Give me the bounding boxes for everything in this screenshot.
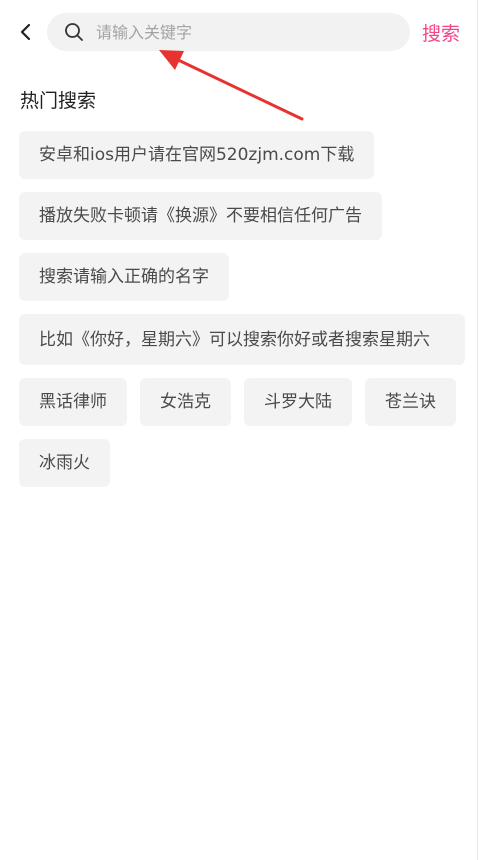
hot-search-tag[interactable]: 苍兰诀 <box>365 378 456 426</box>
red-arrow-icon <box>159 50 304 121</box>
hot-search-tag[interactable]: 比如《你好，星期六》可以搜索你好或者搜索星期六 <box>19 314 465 365</box>
hot-search-tag[interactable]: 搜索请输入正确的名字 <box>19 253 229 301</box>
chevron-left-icon <box>20 23 31 41</box>
search-header: 搜索 <box>0 12 478 52</box>
back-button[interactable] <box>14 20 38 44</box>
hot-search-title: 热门搜索 <box>20 90 97 112</box>
hot-search-tag[interactable]: 播放失败卡顿请《换源》不要相信任何广告 <box>19 192 382 240</box>
search-button[interactable]: 搜索 <box>422 19 460 46</box>
hot-search-tag[interactable]: 斗罗大陆 <box>244 378 352 426</box>
hot-search-tag[interactable]: 女浩克 <box>140 378 231 426</box>
hot-search-tag[interactable]: 冰雨火 <box>19 439 110 487</box>
hot-search-tag[interactable]: 安卓和ios用户请在官网520zjm.com下载 <box>19 131 375 179</box>
search-icon <box>65 23 83 41</box>
hot-search-tag[interactable]: 黑话律师 <box>19 378 127 426</box>
search-box[interactable] <box>47 13 410 51</box>
hot-search-tags: 安卓和ios用户请在官网520zjm.com下载 播放失败卡顿请《换源》不要相信… <box>19 131 465 487</box>
search-screen: 搜索 热门搜索 安卓和ios用户请在官网520zjm.com下载 播放失败卡顿请… <box>0 0 478 860</box>
search-input[interactable] <box>96 13 396 51</box>
